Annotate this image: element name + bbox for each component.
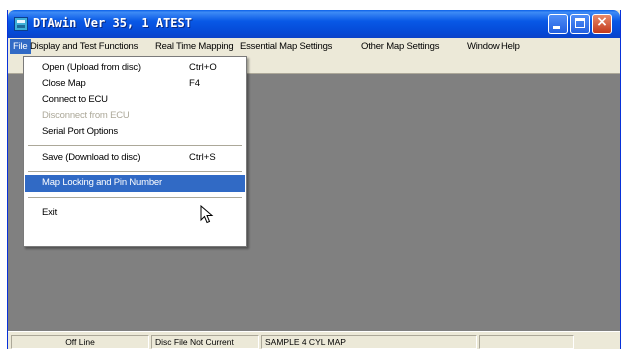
menu-bar: File Display and Test Functions Real Tim…: [8, 38, 620, 57]
menu-item-disconnect-from-ecu: Disconnect from ECU: [25, 108, 245, 124]
menu-item-label: Map Locking and Pin Number: [42, 177, 162, 188]
status-bar: Off Line Disc File Not Current SAMPLE 4 …: [8, 331, 620, 349]
mouse-pointer-icon: [200, 205, 214, 224]
maximize-icon[interactable]: [570, 14, 590, 34]
menu-essential-map-settings[interactable]: Essential Map Settings: [240, 41, 332, 52]
menu-item-shortcut: Ctrl+O: [189, 62, 217, 73]
status-disc-file: Disc File Not Current: [151, 335, 259, 349]
menu-item-label: Close Map: [42, 78, 86, 89]
menu-other-map-settings[interactable]: Other Map Settings: [361, 41, 439, 52]
app-icon[interactable]: [14, 17, 28, 31]
app-window: DTAwin Ver 35, 1 ATEST × File Display an…: [7, 10, 621, 349]
menu-item-save[interactable]: Save (Download to disc) Ctrl+S: [25, 150, 245, 166]
menu-item-label: Open (Upload from disc): [42, 62, 141, 73]
status-map-name: SAMPLE 4 CYL MAP: [261, 335, 477, 349]
title-bar[interactable]: DTAwin Ver 35, 1 ATEST ×: [8, 10, 620, 38]
menu-item-close-map[interactable]: Close Map F4: [25, 76, 245, 92]
menu-item-connect-to-ecu[interactable]: Connect to ECU: [25, 92, 245, 108]
close-icon[interactable]: ×: [592, 14, 612, 34]
menu-item-shortcut: Ctrl+S: [189, 152, 216, 163]
menu-window[interactable]: Window: [467, 41, 500, 52]
close-glyph: ×: [596, 14, 608, 30]
menu-separator: [28, 171, 242, 172]
status-extra: [479, 335, 574, 349]
menu-real-time-mapping[interactable]: Real Time Mapping: [155, 41, 234, 52]
menu-separator: [28, 197, 242, 198]
menu-item-label: Connect to ECU: [42, 94, 108, 105]
menu-item-label: Serial Port Options: [42, 126, 118, 137]
menu-display-and-test-functions[interactable]: Display and Test Functions: [30, 41, 138, 52]
menu-item-label: Exit: [42, 207, 58, 218]
menu-item-map-locking[interactable]: Map Locking and Pin Number: [25, 175, 245, 192]
menu-item-shortcut: F4: [189, 78, 201, 89]
menu-help[interactable]: Help: [501, 41, 520, 52]
minimize-icon[interactable]: [548, 14, 568, 34]
menu-file[interactable]: File: [10, 39, 31, 54]
menu-separator: [28, 145, 242, 146]
menu-item-label: Save (Download to disc): [42, 152, 141, 163]
menu-item-serial-port-options[interactable]: Serial Port Options: [25, 124, 245, 140]
menu-item-open[interactable]: Open (Upload from disc) Ctrl+O: [25, 60, 245, 76]
menu-item-label: Disconnect from ECU: [42, 110, 130, 121]
window-title: DTAwin Ver 35, 1 ATEST: [33, 16, 192, 30]
status-connection: Off Line: [11, 335, 149, 349]
